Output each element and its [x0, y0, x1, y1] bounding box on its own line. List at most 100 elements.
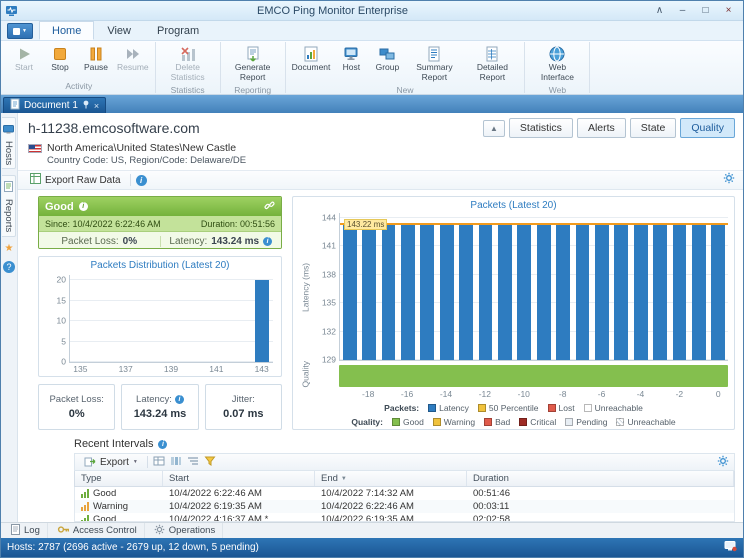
generate-report-button[interactable]: Generate Report	[224, 43, 282, 84]
connection-status-icon[interactable]	[724, 540, 737, 555]
group-by-icon[interactable]	[187, 455, 199, 470]
info-icon[interactable]: i	[79, 202, 88, 211]
column-header-end[interactable]: End▼	[315, 471, 467, 486]
alerts-button[interactable]: Alerts	[577, 118, 626, 138]
legend-swatch	[484, 418, 492, 426]
latency-bar	[595, 225, 609, 360]
maximize-button[interactable]: □	[695, 3, 716, 18]
interval-start-cell: 10/4/2022 6:22:46 AM	[163, 488, 315, 499]
legend-swatch	[584, 404, 592, 412]
legend-item: Bad	[484, 417, 510, 427]
info-icon[interactable]: i	[136, 175, 147, 186]
grid-view-icon[interactable]	[153, 455, 165, 470]
x-tick-label: 139	[164, 364, 178, 374]
document-tab-label: Document 1	[24, 100, 78, 111]
statistics-button[interactable]: Statistics	[509, 118, 573, 138]
document-tab[interactable]: Document 1 ×	[3, 97, 106, 113]
main-area: Hosts Reports ★ ? h-11238.emcosoftware.c…	[1, 113, 743, 522]
x-tick-label: 141	[209, 364, 223, 374]
tab-access-control[interactable]: Access Control	[50, 523, 145, 539]
quality-legend-items: GoodWarningBadCriticalPendingUnreachable	[392, 417, 676, 427]
interval-type-cell: Warning	[75, 501, 163, 512]
sidebar-tab-hosts[interactable]: Hosts	[2, 117, 16, 169]
stop-button[interactable]: Stop	[42, 43, 78, 74]
host-title: h-11238.emcosoftware.com	[28, 120, 479, 136]
tab-log[interactable]: Log	[4, 523, 48, 539]
tab-close-icon[interactable]: ×	[94, 101, 99, 111]
us-flag-icon	[28, 144, 42, 153]
ribbon-group-label: Activity	[6, 80, 152, 93]
column-header-duration[interactable]: Duration	[467, 471, 734, 486]
sidebar-tab-reports[interactable]: Reports	[2, 175, 16, 236]
latency-annotation: 143.22 ms	[344, 219, 387, 230]
link-icon[interactable]	[264, 200, 275, 214]
gear-icon[interactable]	[717, 455, 729, 470]
ribbon-collapse-icon[interactable]: ∧	[649, 3, 670, 18]
favorites-star-icon[interactable]: ★	[5, 243, 14, 255]
tab-operations[interactable]: Operations	[147, 523, 223, 539]
table-row[interactable]: Warning10/4/2022 6:19:35 AM10/4/2022 6:2…	[75, 500, 734, 513]
columns-icon[interactable]	[170, 455, 182, 470]
close-button[interactable]: ×	[718, 3, 739, 18]
x-tick-label: -14	[440, 389, 452, 399]
bottom-tab-bar: Log Access Control Operations	[1, 522, 743, 538]
delete-statistics-button[interactable]: Delete Statistics	[159, 43, 217, 84]
new-group-button[interactable]: Group	[369, 43, 405, 74]
dashboard-right-column: Packets (Latest 20) Latency (ms) 143.22 …	[292, 196, 735, 430]
packets-plot-inner: 129132135138141144	[340, 218, 728, 360]
x-tick-label: -6	[598, 389, 606, 399]
legend-item: Critical	[519, 417, 556, 427]
tab-view[interactable]: View	[94, 21, 144, 40]
column-header-type[interactable]: Type	[75, 471, 163, 486]
interval-type-cell: Good	[75, 514, 163, 522]
minimize-button[interactable]: –	[672, 3, 693, 18]
table-row[interactable]: Good10/4/2022 6:22:46 AM10/4/2022 7:14:3…	[75, 487, 734, 500]
new-document-button[interactable]: Document	[289, 43, 334, 74]
pin-icon[interactable]	[82, 100, 90, 112]
info-icon[interactable]: i	[175, 395, 184, 404]
legend-label: Warning	[444, 417, 475, 427]
export-button[interactable]: Export ▼	[80, 454, 142, 471]
gridline	[340, 302, 728, 303]
filter-icon[interactable]	[204, 455, 216, 470]
collapse-panel-button[interactable]: ▲	[483, 120, 505, 137]
resume-button[interactable]: Resume	[114, 43, 152, 74]
titlebar: EMCO Ping Monitor Enterprise ∧ – □ ×	[1, 1, 743, 21]
web-interface-icon	[548, 44, 566, 63]
document-tab-icon	[10, 98, 20, 113]
column-header-start[interactable]: Start	[163, 471, 315, 486]
legend-label: 50 Percentile	[489, 403, 539, 413]
tab-home[interactable]: Home	[39, 21, 94, 40]
chart-title: Packets Distribution (Latest 20)	[39, 257, 281, 273]
start-button[interactable]: Start	[6, 43, 42, 74]
legend-swatch	[616, 418, 624, 426]
web-interface-button[interactable]: Web Interface	[528, 43, 586, 84]
state-value: Good	[45, 201, 74, 213]
info-icon[interactable]: i	[158, 440, 167, 449]
help-icon[interactable]: ?	[3, 261, 15, 273]
sidebar-tab-label: Hosts	[3, 141, 14, 165]
ribbon: Start Stop Pause Resume Activity	[1, 41, 743, 95]
app-menu-button[interactable]: ▼	[7, 23, 33, 39]
quality-dashboard: Good i Since: 10/4/2022 6:22:46 AM Durat…	[18, 190, 743, 432]
pause-button[interactable]: Pause	[78, 43, 114, 74]
detailed-report-button[interactable]: Detailed Report	[463, 43, 521, 84]
side-tab-strip: Hosts Reports ★ ?	[1, 113, 18, 522]
quality-button[interactable]: Quality	[680, 118, 735, 138]
info-icon[interactable]: i	[263, 237, 272, 246]
state-button[interactable]: State	[630, 118, 677, 138]
latency-bar	[537, 225, 551, 360]
y-tick-label: 138	[314, 270, 336, 279]
export-raw-data-button[interactable]: Export Raw Data	[26, 172, 125, 188]
tab-program[interactable]: Program	[144, 21, 212, 40]
legend-swatch	[478, 404, 486, 412]
latency-bar	[711, 225, 725, 360]
table-row[interactable]: Good10/4/2022 4:16:37 AM *10/4/2022 6:19…	[75, 513, 734, 522]
gear-icon[interactable]	[723, 171, 735, 189]
summary-report-button[interactable]: Summary Report	[405, 43, 463, 84]
host-document: h-11238.emcosoftware.com ▲ Statistics Al…	[18, 113, 743, 522]
new-host-button[interactable]: Host	[333, 43, 369, 74]
x-tick-label: 0	[716, 389, 721, 399]
quality-toolbar: Export Raw Data i	[18, 171, 743, 190]
document-icon	[302, 44, 320, 63]
